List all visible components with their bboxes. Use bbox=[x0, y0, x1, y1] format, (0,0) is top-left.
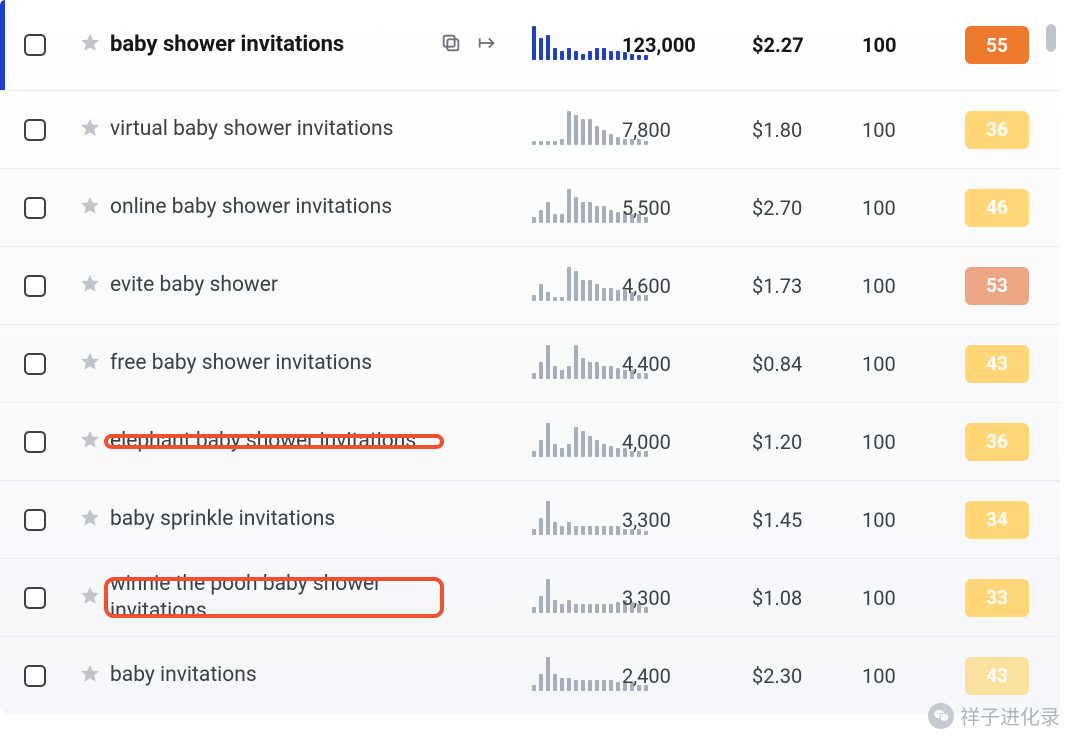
volume-value: 4,400 bbox=[622, 352, 752, 376]
cpc-value: $0.84 bbox=[752, 352, 862, 376]
cpc-value: $2.70 bbox=[752, 196, 862, 220]
table-row: baby invitations 2,400$2.30100 43 bbox=[0, 636, 1060, 714]
row-checkbox[interactable] bbox=[24, 119, 46, 141]
table-row: online baby shower invitations 5,500$2.70… bbox=[0, 168, 1060, 246]
table-row: baby shower invitations 123,000$2.27100 55 bbox=[0, 0, 1060, 90]
star-icon[interactable] bbox=[79, 663, 101, 689]
pd-value: 100 bbox=[862, 508, 952, 532]
keyword-text[interactable]: free baby shower invitations bbox=[110, 350, 372, 376]
pd-value: 100 bbox=[862, 586, 952, 610]
star-icon[interactable] bbox=[79, 32, 101, 58]
cpc-value: $2.30 bbox=[752, 664, 862, 688]
star-icon[interactable] bbox=[79, 507, 101, 533]
keyword-text[interactable]: online baby shower invitations bbox=[110, 194, 392, 220]
keyword-text[interactable]: baby invitations bbox=[110, 662, 257, 688]
kd-badge: 43 bbox=[965, 657, 1029, 695]
pd-value: 100 bbox=[862, 33, 952, 57]
cpc-value: $1.45 bbox=[752, 508, 862, 532]
table-row: free baby shower invitations 4,400$0.8410… bbox=[0, 324, 1060, 402]
kd-badge: 43 bbox=[965, 345, 1029, 383]
kd-badge: 53 bbox=[965, 267, 1029, 305]
volume-value: 4,000 bbox=[622, 430, 752, 454]
star-icon[interactable] bbox=[79, 351, 101, 377]
star-icon[interactable] bbox=[79, 273, 101, 299]
volume-value: 2,400 bbox=[622, 664, 752, 688]
pd-value: 100 bbox=[862, 352, 952, 376]
pd-value: 100 bbox=[862, 274, 952, 298]
pd-value: 100 bbox=[862, 118, 952, 142]
row-checkbox[interactable] bbox=[24, 34, 46, 56]
volume-value: 123,000 bbox=[622, 33, 752, 57]
table-row: evite baby shower 4,600$1.73100 53 bbox=[0, 246, 1060, 324]
star-icon[interactable] bbox=[79, 195, 101, 221]
pd-value: 100 bbox=[862, 196, 952, 220]
kd-badge: 34 bbox=[965, 501, 1029, 539]
watermark: 祥子进化录 bbox=[928, 701, 1060, 730]
pd-value: 100 bbox=[862, 430, 952, 454]
star-icon[interactable] bbox=[79, 585, 101, 611]
wechat-icon bbox=[928, 703, 954, 729]
open-icon[interactable] bbox=[476, 32, 498, 58]
table-row: winnie the pooh baby shower invitations 3… bbox=[0, 558, 1060, 636]
copy-icon[interactable] bbox=[440, 32, 462, 58]
keyword-text[interactable]: baby shower invitations bbox=[110, 31, 344, 59]
row-checkbox[interactable] bbox=[24, 431, 46, 453]
kd-badge: 36 bbox=[965, 111, 1029, 149]
kd-badge: 46 bbox=[965, 189, 1029, 227]
volume-value: 5,500 bbox=[622, 196, 752, 220]
cpc-value: $1.80 bbox=[752, 118, 862, 142]
star-icon[interactable] bbox=[79, 429, 101, 455]
table-row: virtual baby shower invitations 7,800$1.8… bbox=[0, 90, 1060, 168]
kd-badge: 33 bbox=[965, 579, 1029, 617]
star-icon[interactable] bbox=[79, 117, 101, 143]
row-checkbox[interactable] bbox=[24, 353, 46, 375]
volume-value: 7,800 bbox=[622, 118, 752, 142]
table-row: elephant baby shower invitations 4,000$1.… bbox=[0, 402, 1060, 480]
keyword-text[interactable]: baby sprinkle invitations bbox=[110, 506, 335, 532]
pd-value: 100 bbox=[862, 664, 952, 688]
keyword-text[interactable]: elephant baby shower invitations bbox=[110, 428, 416, 454]
watermark-text: 祥子进化录 bbox=[960, 701, 1060, 730]
kd-badge: 36 bbox=[965, 423, 1029, 461]
keyword-text[interactable]: winnie the pooh baby shower invitations bbox=[110, 571, 440, 624]
row-checkbox[interactable] bbox=[24, 197, 46, 219]
volume-value: 3,300 bbox=[622, 508, 752, 532]
row-checkbox[interactable] bbox=[24, 665, 46, 687]
cpc-value: $1.73 bbox=[752, 274, 862, 298]
keyword-text[interactable]: evite baby shower bbox=[110, 272, 278, 298]
row-checkbox[interactable] bbox=[24, 509, 46, 531]
cpc-value: $1.20 bbox=[752, 430, 862, 454]
volume-value: 4,600 bbox=[622, 274, 752, 298]
table-row: baby sprinkle invitations 3,300$1.45100 34 bbox=[0, 480, 1060, 558]
keyword-text[interactable]: virtual baby shower invitations bbox=[110, 116, 393, 142]
kd-badge: 55 bbox=[965, 26, 1029, 64]
cpc-value: $1.08 bbox=[752, 586, 862, 610]
cpc-value: $2.27 bbox=[752, 33, 862, 57]
row-checkbox[interactable] bbox=[24, 275, 46, 297]
volume-value: 3,300 bbox=[622, 586, 752, 610]
row-checkbox[interactable] bbox=[24, 587, 46, 609]
